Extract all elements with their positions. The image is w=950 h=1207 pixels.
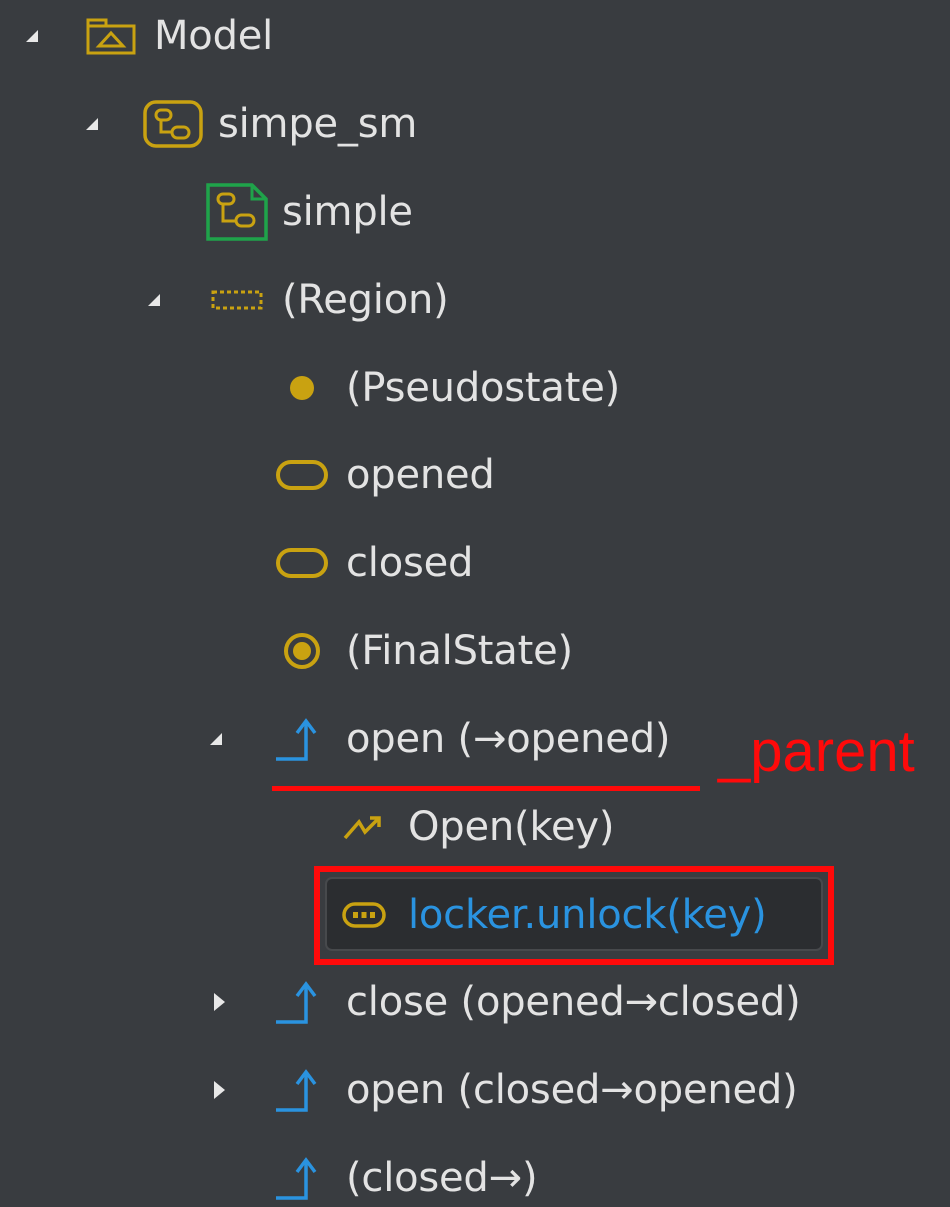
- tree-item-transition-open-closed[interactable]: open (closed→opened): [0, 1046, 950, 1134]
- tree-item-label: Model: [154, 13, 274, 59]
- collapse-arrow-icon[interactable]: [140, 256, 168, 344]
- tree-item-label: simple: [282, 189, 413, 235]
- tree-item-label: simpe_sm: [218, 101, 418, 147]
- transition-icon: [272, 1046, 328, 1134]
- final-state-icon: [276, 607, 328, 695]
- tree-item-label: (FinalState): [346, 628, 573, 674]
- state-icon: [274, 431, 330, 519]
- tree-item-label: open (closed→opened): [346, 1067, 798, 1113]
- tree-item-state-machine[interactable]: simpe_sm: [0, 80, 950, 168]
- tree-item-transition-final[interactable]: (closed→): [0, 1134, 950, 1207]
- trigger-icon: [338, 783, 390, 871]
- expand-arrow-icon[interactable]: [205, 1046, 233, 1134]
- model-explorer-tree: Model simpe_sm simple (Region) (Pseudost…: [0, 0, 950, 1207]
- tree-item-state-closed[interactable]: closed: [0, 519, 950, 607]
- tree-item-label: open (→opened): [346, 716, 671, 762]
- tree-item-pseudostate[interactable]: (Pseudostate): [0, 344, 950, 432]
- region-icon: [208, 256, 266, 344]
- transition-icon: [272, 958, 328, 1046]
- collapse-arrow-icon[interactable]: [18, 0, 46, 80]
- tree-item-label: (Pseudostate): [346, 365, 621, 411]
- expand-arrow-icon[interactable]: [205, 958, 233, 1046]
- transition-icon: [272, 1134, 328, 1207]
- tree-item-final-state[interactable]: (FinalState): [0, 607, 950, 695]
- state-icon: [274, 519, 330, 607]
- tree-item-diagram[interactable]: simple: [0, 168, 950, 256]
- tree-item-label: (closed→): [346, 1155, 538, 1201]
- tree-item-label: (Region): [282, 277, 449, 323]
- state-machine-icon: [140, 80, 206, 168]
- tree-item-region[interactable]: (Region): [0, 256, 950, 344]
- package-icon: [84, 0, 138, 80]
- diagram-icon: [202, 168, 272, 256]
- collapse-arrow-icon[interactable]: [78, 80, 106, 168]
- tree-item-label: Open(key): [408, 804, 615, 850]
- transition-icon: [272, 695, 328, 783]
- collapse-arrow-icon[interactable]: [202, 695, 230, 783]
- annotation-parent-label: _parent: [718, 719, 915, 784]
- annotation-highlight-box: [314, 866, 834, 965]
- tree-item-state-opened[interactable]: opened: [0, 431, 950, 519]
- tree-item-label: close (opened→closed): [346, 979, 801, 1025]
- tree-item-label: closed: [346, 540, 474, 586]
- tree-item-model[interactable]: Model: [0, 0, 950, 80]
- tree-item-transition-close[interactable]: close (opened→closed): [0, 958, 950, 1046]
- tree-item-label: opened: [346, 452, 495, 498]
- annotation-underline: [272, 786, 700, 791]
- pseudostate-icon: [276, 344, 328, 432]
